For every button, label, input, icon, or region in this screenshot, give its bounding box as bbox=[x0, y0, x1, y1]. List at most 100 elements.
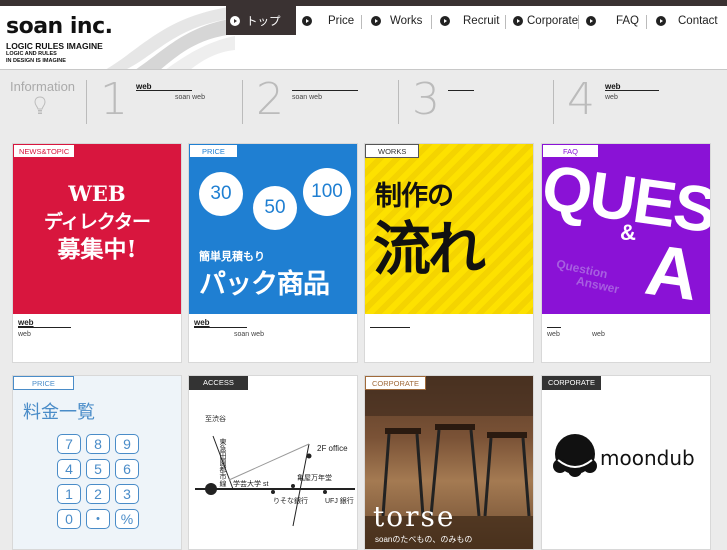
card-title[interactable]: web bbox=[18, 318, 34, 327]
price-circle-30: 30 bbox=[199, 172, 243, 216]
nav-separator bbox=[431, 15, 432, 29]
nav-label: トップ bbox=[246, 15, 281, 28]
image-text-recruiting: 募集中! bbox=[57, 236, 137, 263]
logo[interactable]: soan inc. LOGIC RULES IMAGINE LOGIC AND … bbox=[6, 14, 113, 64]
arrow-right-icon bbox=[656, 15, 666, 26]
image-text-web: WEB bbox=[68, 181, 126, 206]
info-number-4: 4 bbox=[567, 74, 595, 125]
category-tag: PRICE bbox=[13, 376, 74, 390]
nav-label: Price bbox=[328, 14, 355, 27]
image-text-tagline: soanのたべもの、のみもの bbox=[375, 535, 473, 544]
main-nav: トップ Price Works Recruit Corporate FAQ Co… bbox=[226, 6, 727, 35]
landmark-marker bbox=[323, 490, 327, 494]
info-underline bbox=[448, 90, 474, 91]
swoosh-graphic bbox=[106, 6, 235, 69]
info-underline bbox=[605, 90, 659, 91]
card-corporate-moondub[interactable]: moondub CORPORATE bbox=[541, 375, 711, 550]
image-text-moondub: moondub bbox=[600, 446, 695, 470]
image-text-director: ディレクター bbox=[44, 211, 151, 233]
image-text-answer-small: Answer bbox=[575, 273, 621, 297]
landmark-marker bbox=[271, 490, 275, 494]
card-sub: soan web bbox=[234, 331, 264, 338]
nav-separator bbox=[578, 15, 579, 29]
nav-contact[interactable]: Contact bbox=[656, 6, 718, 35]
price-circle-50: 50 bbox=[253, 186, 297, 230]
info-divider bbox=[86, 80, 87, 124]
map-label-railway: 東急田園都市線 bbox=[219, 438, 226, 487]
nav-label: Recruit bbox=[463, 14, 500, 27]
nav-works[interactable]: Works bbox=[371, 6, 422, 35]
card-underline bbox=[370, 327, 410, 328]
information-row: Information 1 web soan web 2 soan web 3 … bbox=[0, 70, 727, 134]
card-image: 制作の 流れ bbox=[365, 144, 533, 314]
nav-separator bbox=[505, 15, 506, 29]
card-image: 30 50 100 簡単見積もり パック商品 bbox=[189, 144, 357, 314]
image-text-answer: A bbox=[640, 229, 704, 314]
map-label-resona: りそな銀行 bbox=[273, 498, 308, 505]
nav-label: FAQ bbox=[616, 14, 640, 27]
info-sub-1: soan web bbox=[175, 94, 205, 101]
keypad-key: 9 bbox=[115, 434, 139, 454]
arrow-right-icon bbox=[586, 15, 596, 26]
info-divider bbox=[398, 80, 399, 124]
nav-top[interactable]: トップ bbox=[226, 6, 296, 35]
keypad-key: 0 bbox=[57, 509, 81, 529]
nav-separator bbox=[361, 15, 362, 29]
image-text-price-list: 料金一覧 bbox=[23, 402, 95, 423]
info-divider bbox=[553, 80, 554, 124]
category-tag: WORKS bbox=[365, 144, 420, 158]
keypad-key: ・ bbox=[86, 509, 110, 529]
info-underline bbox=[136, 90, 192, 91]
nav-recruit[interactable]: Recruit bbox=[440, 6, 499, 35]
card-corporate-torse[interactable]: torse soanのたべもの、のみもの CORPORATE bbox=[364, 375, 534, 550]
card-image: moondub bbox=[542, 376, 710, 549]
category-tag: ACCESS bbox=[189, 376, 248, 390]
card-price[interactable]: 30 50 100 簡単見積もり パック商品 PRICE web soan we… bbox=[188, 143, 358, 363]
category-tag: CORPORATE bbox=[542, 376, 601, 390]
keypad-key: % bbox=[115, 509, 139, 529]
map-label-ufj: UFJ 銀行 bbox=[325, 498, 354, 505]
info-number-3: 3 bbox=[412, 74, 440, 125]
nav-label: Contact bbox=[678, 14, 718, 27]
card-works[interactable]: 制作の 流れ WORKS bbox=[364, 143, 534, 363]
keypad-key: 5 bbox=[86, 459, 110, 479]
keypad-key: 6 bbox=[115, 459, 139, 479]
nav-label: Works bbox=[390, 14, 423, 27]
nav-price[interactable]: Price bbox=[302, 6, 354, 35]
arrow-right-icon bbox=[302, 15, 312, 26]
logo-text: soan inc. bbox=[6, 14, 113, 39]
image-text-flow: 流れ bbox=[373, 217, 486, 282]
price-circle-100: 100 bbox=[303, 168, 351, 216]
landmark-marker bbox=[291, 484, 295, 488]
keypad-key: 7 bbox=[57, 434, 81, 454]
logo-tagline: LOGIC RULES IMAGINE bbox=[6, 41, 103, 51]
office-marker bbox=[306, 453, 312, 459]
card-image: 料金一覧 7 8 9 4 5 6 1 2 3 0 ・% bbox=[13, 376, 181, 549]
info-underline bbox=[292, 90, 358, 91]
image-text-package: パック商品 bbox=[199, 269, 330, 299]
keypad-key: 4 bbox=[57, 459, 81, 479]
card-price-list[interactable]: 料金一覧 7 8 9 4 5 6 1 2 3 0 ・% PRICE bbox=[12, 375, 182, 550]
map-label-shibuya: 至渋谷 bbox=[205, 416, 226, 423]
card-faq[interactable]: QUES & A Question Answer FAQ web web bbox=[541, 143, 711, 363]
keypad-key: 1 bbox=[57, 484, 81, 504]
card-sub: web bbox=[547, 331, 560, 338]
card-image: QUES & A Question Answer bbox=[542, 144, 710, 314]
card-sub: web bbox=[18, 331, 31, 338]
keypad-key: 3 bbox=[115, 484, 139, 504]
lightbulb-icon bbox=[34, 96, 46, 114]
info-number-2: 2 bbox=[256, 74, 284, 125]
arrow-right-icon bbox=[440, 15, 450, 26]
card-news[interactable]: WEB ディレクター 募集中! NEWS&TOPIC web web bbox=[12, 143, 182, 363]
image-text-torse: torse bbox=[373, 500, 456, 533]
moondub-logo-icon bbox=[553, 434, 597, 477]
nav-faq[interactable]: FAQ bbox=[586, 6, 639, 35]
info-sub-2: soan web bbox=[292, 94, 322, 101]
card-underline bbox=[194, 327, 247, 328]
card-title[interactable]: web bbox=[194, 318, 210, 327]
map-label-office: 2F office bbox=[317, 444, 348, 453]
category-tag: FAQ bbox=[542, 144, 600, 158]
card-access[interactable]: 至渋谷 東急田園都市線 2F office 学芸大学 st 亀屋万年堂 りそな銀… bbox=[188, 375, 358, 550]
nav-corporate[interactable]: Corporate bbox=[513, 6, 578, 35]
keypad-key: 8 bbox=[86, 434, 110, 454]
